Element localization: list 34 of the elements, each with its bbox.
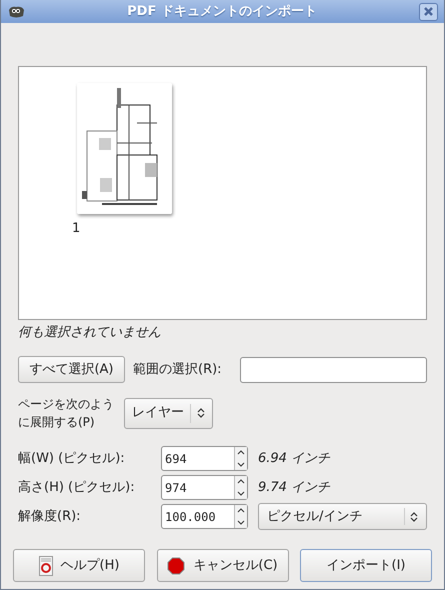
unit-label: 9.74 インチ xyxy=(258,478,330,497)
help-icon xyxy=(38,556,53,576)
open-pages-label: ページを次のように展開する(P) xyxy=(18,396,114,431)
stop-icon xyxy=(167,556,186,574)
unit-dropdown[interactable]: ピクセル/インチ xyxy=(258,503,427,530)
dialog-button[interactable]: キャンセル(C) xyxy=(156,549,288,582)
open-pages-dropdown[interactable]: レイヤー xyxy=(124,398,213,428)
arrow-up-icon[interactable] xyxy=(237,508,245,514)
dialog-button[interactable]: ヘルプ(H) xyxy=(13,549,145,582)
arrow-up-icon[interactable] xyxy=(237,479,245,484)
updown-icon xyxy=(410,510,418,522)
close-icon xyxy=(423,6,434,17)
arrow-down-icon[interactable] xyxy=(237,490,245,496)
close-button[interactable] xyxy=(419,2,438,20)
unit-label: 6.94 インチ xyxy=(258,450,330,468)
spin-field[interactable]: 974 xyxy=(161,475,248,500)
field-label: 解像度(R): xyxy=(18,508,82,526)
app-icon xyxy=(7,4,25,18)
updown-icon xyxy=(197,407,205,419)
field-label: 高さ(H) (ピクセル): xyxy=(18,478,136,497)
spin-field[interactable]: 694 xyxy=(161,446,248,471)
selection-status: 何も選択されていません xyxy=(18,324,162,341)
arrow-down-icon[interactable] xyxy=(237,520,245,525)
page-number: 1 xyxy=(72,220,80,238)
arrow-up-icon[interactable] xyxy=(237,450,245,456)
dialog-button[interactable]: インポート(I) xyxy=(300,549,432,582)
select-all-button[interactable]: すべて選択(A) xyxy=(18,356,125,383)
spin-field[interactable]: 100.000 xyxy=(161,504,248,529)
range-field[interactable] xyxy=(240,356,427,382)
page-thumbnail[interactable]: 1 xyxy=(75,81,174,240)
arrow-down-icon[interactable] xyxy=(237,462,245,467)
range-label: 範囲の選択(R): xyxy=(133,360,222,379)
field-label: 幅(W) (ピクセル): xyxy=(18,450,126,468)
window-title: PDF ドキュメントのインポート xyxy=(126,2,318,21)
